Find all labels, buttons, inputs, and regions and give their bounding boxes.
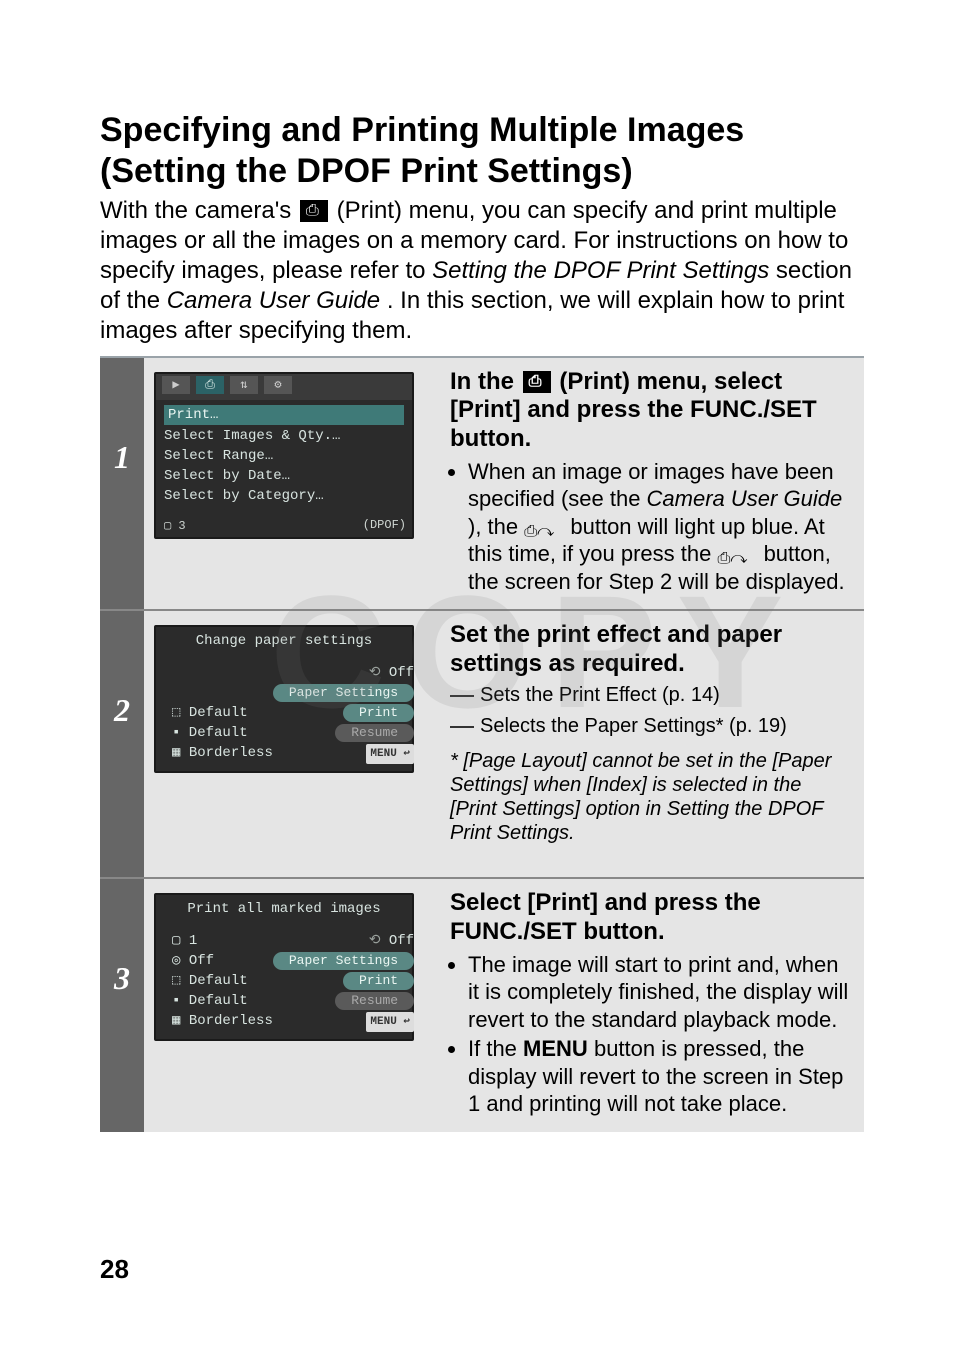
s2-resume-pill: Resume	[335, 724, 414, 742]
step-row-2: 2 Change paper settings ⬚ Default ▪ Defa…	[100, 610, 864, 878]
tab-print-icon: ⎙	[196, 376, 224, 394]
s3-left-3: ▪ Default	[172, 991, 273, 1011]
screen-1-tabbar: ▶ ⎙ ⇅ ⚙	[156, 374, 412, 400]
intro-ital-2: Camera User Guide	[167, 287, 380, 314]
print-icon	[300, 200, 328, 222]
callout-paper-settings: Selects the Paper Settings* (p. 19)	[450, 714, 852, 739]
s3-print-pill: Print	[343, 972, 414, 990]
s2-off: Off	[389, 665, 414, 681]
s3-left-0: ▢ 1	[172, 931, 273, 951]
step-3-b2-pre: If the	[468, 1036, 523, 1061]
s3-left-1: ◎ Off	[172, 951, 273, 971]
step-3-heading: Select [Print] and press the FUNC./SET b…	[450, 889, 852, 947]
s2-menu-back: MENU ↩	[366, 744, 414, 764]
step-1-bullet-mid: ), the	[468, 514, 524, 539]
s2-left-4: ▦ Borderless	[172, 743, 273, 763]
intro-paragraph: With the camera's (Print) menu, you can …	[100, 196, 864, 346]
step-3-bullet-1: The image will start to print and, when …	[468, 951, 852, 1034]
callout-paper-settings-text: Selects the Paper Settings* (p. 19)	[480, 714, 787, 739]
intro-ital-1: Setting the DPOF Print Settings	[432, 257, 769, 284]
menu-item-select-category: Select by Category…	[164, 486, 404, 506]
s2-left-1	[172, 683, 273, 703]
step-row-3: 3 Print all marked images ▢ 1 ◎ Off ⬚ De…	[100, 878, 864, 1132]
tab-settings-icon: ⚙	[264, 376, 292, 394]
screen-3: Print all marked images ▢ 1 ◎ Off ⬚ Defa…	[154, 893, 414, 1041]
menu-item-select-range: Select Range…	[164, 446, 404, 466]
steps-table: 1 ▶ ⎙ ⇅ ⚙ Print… Select Images & Qty.… S…	[100, 358, 864, 1132]
page-number: 28	[100, 1254, 129, 1285]
s2-paper-settings-pill: Paper Settings	[273, 684, 414, 702]
step-number-1: 1	[101, 359, 143, 476]
callout-print-effect-text: Sets the Print Effect (p. 14)	[480, 683, 720, 708]
step-1-heading: In the (Print) menu, select [Print] and …	[450, 368, 852, 454]
page-title: Specifying and Printing Multiple Images …	[100, 110, 864, 192]
s2-left-3: ▪ Default	[172, 723, 273, 743]
menu-item-print: Print…	[164, 405, 404, 425]
step-number-2: 2	[101, 612, 143, 729]
step-3-bullet-2: If the MENU button is pressed, the displ…	[468, 1035, 852, 1118]
step-number-3: 3	[101, 880, 143, 997]
callout-line-icon	[450, 695, 474, 708]
tab-playback-icon: ▶	[162, 376, 190, 394]
step-row-1: 1 ▶ ⎙ ⇅ ⚙ Print… Select Images & Qty.… S…	[100, 358, 864, 611]
step-2-heading: Set the print effect and paper settings …	[450, 621, 852, 679]
screen-3-title: Print all marked images	[156, 895, 412, 927]
step-1-bullet-ital: Camera User Guide	[647, 486, 843, 511]
menu-item-select-date: Select by Date…	[164, 466, 404, 486]
intro-pre: With the camera's	[100, 197, 298, 224]
s3-resume-pill: Resume	[335, 992, 414, 1010]
screen-1: ▶ ⎙ ⇅ ⚙ Print… Select Images & Qty.… Sel…	[154, 372, 414, 539]
s2-left-0	[172, 663, 273, 683]
s3-paper-settings-pill: Paper Settings	[273, 952, 414, 970]
callout-line-icon	[450, 726, 474, 739]
s2-print-pill: Print	[343, 704, 414, 722]
screen-2-title: Change paper settings	[156, 627, 412, 659]
tab-tools-icon: ⇅	[230, 376, 258, 394]
screen-1-footer-left: ▢ 3	[164, 518, 186, 533]
s2-left-2: ⬚ Default	[172, 703, 273, 723]
s3-left-2: ⬚ Default	[172, 971, 273, 991]
print-icon	[523, 371, 551, 393]
s3-menu-back: MENU ↩	[366, 1012, 414, 1032]
s3-left-4: ▦ Borderless	[172, 1011, 273, 1031]
screen-2: Change paper settings ⬚ Default ▪ Defaul…	[154, 625, 414, 773]
screen-1-footer-right: (DPOF)	[363, 518, 406, 533]
menu-item-select-images: Select Images & Qty.…	[164, 426, 404, 446]
print-share-icon	[717, 542, 757, 560]
step-2-footnote: * [Page Layout] cannot be set in the [Pa…	[450, 749, 852, 845]
step-1-heading-pre: In the	[450, 368, 521, 395]
step-1-bullet: When an image or images have been specif…	[468, 458, 852, 596]
step-3-b2-bold: MENU	[523, 1036, 588, 1061]
callout-print-effect: Sets the Print Effect (p. 14)	[450, 683, 852, 708]
print-share-icon	[524, 515, 564, 533]
s3-off: Off	[389, 933, 414, 949]
